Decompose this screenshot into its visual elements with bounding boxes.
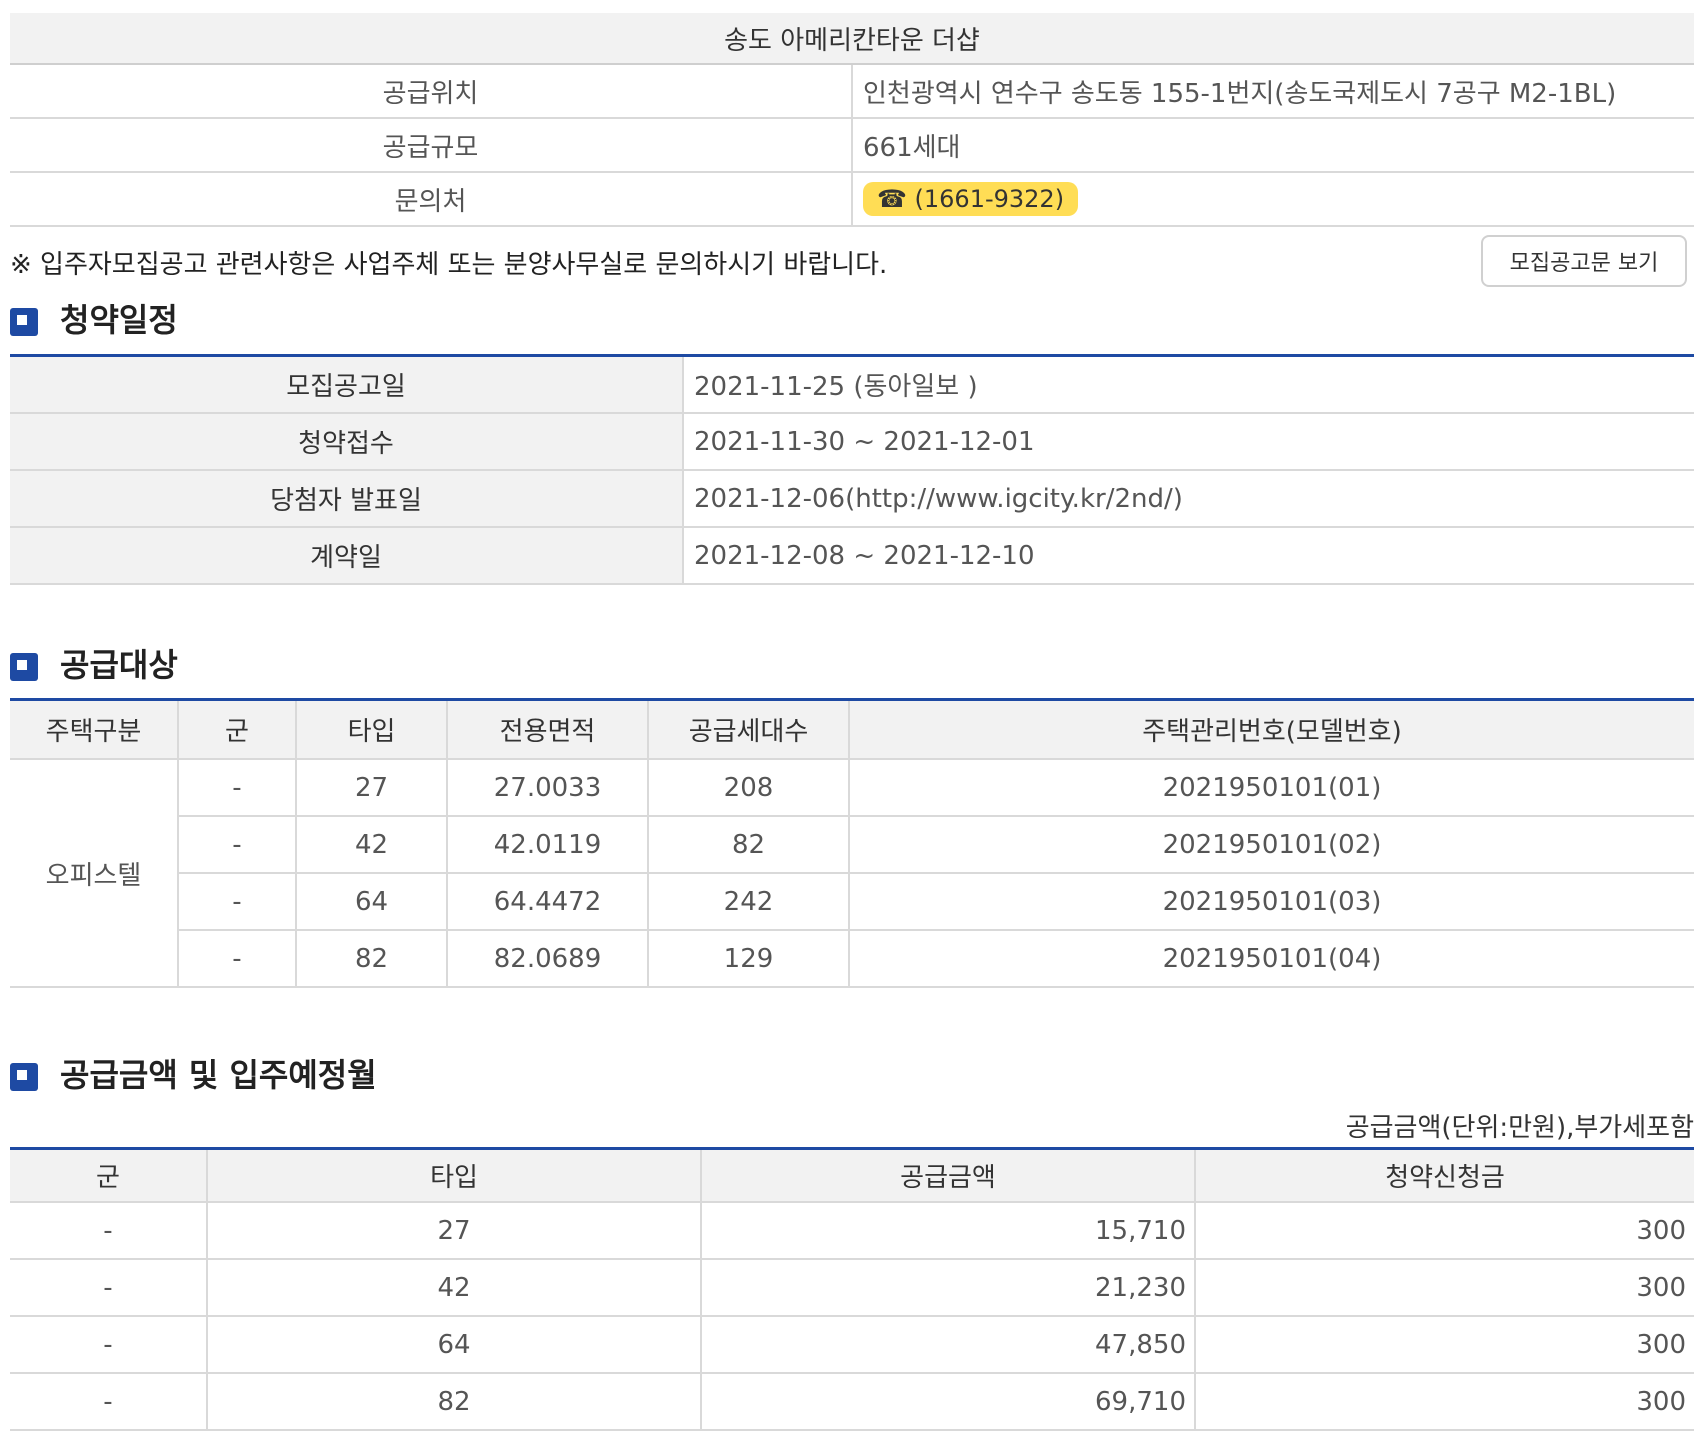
cell-deposit: 300 xyxy=(1195,1259,1694,1317)
cell-area: 27.0033 xyxy=(447,759,649,817)
table-row: - 42 21,230 300 xyxy=(10,1259,1694,1317)
cell-type: 64 xyxy=(296,873,448,931)
price-table: 군 타입 공급금액 청약신청금 - 27 15,710 300 - 42 21,… xyxy=(10,1147,1694,1431)
table-row: 청약접수 2021-11-30 ~ 2021-12-01 xyxy=(10,413,1694,471)
info-row: 공급위치 인천광역시 연수구 송도동 155-1번지(송도국제도시 7공구 M2… xyxy=(10,64,1694,119)
cell-housing-id: 2021950101(02) xyxy=(849,816,1694,874)
cell-area: 64.4472 xyxy=(447,873,649,931)
column-header: 타입 xyxy=(296,699,448,760)
cell-housing-id: 2021950101(03) xyxy=(849,873,1694,931)
cell-type: 82 xyxy=(296,930,448,988)
phone-badge[interactable]: ☎ (1661-9322) xyxy=(863,182,1079,216)
cell-housing-id: 2021950101(04) xyxy=(849,930,1694,988)
schedule-label: 계약일 xyxy=(10,527,684,585)
cell-group: - xyxy=(178,816,297,874)
housing-category: 오피스텔 xyxy=(10,759,179,988)
section-title: 공급대상 xyxy=(60,646,178,684)
table-row: - 27 15,710 300 xyxy=(10,1202,1694,1260)
cell-units: 242 xyxy=(648,873,850,931)
table-row: 모집공고일 2021-11-25 (동아일보 ) xyxy=(10,355,1694,414)
column-header: 주택구분 xyxy=(10,699,179,760)
table-row: - 82 82.0689 129 2021950101(04) xyxy=(10,930,1694,988)
cell-group: - xyxy=(10,1373,208,1431)
cell-group: - xyxy=(10,1259,208,1317)
cell-group: - xyxy=(178,873,297,931)
notice-text: ※ 입주자모집공고 관련사항은 사업주체 또는 분양사무실로 문의하시기 바랍니… xyxy=(10,250,888,280)
schedule-table: 모집공고일 2021-11-25 (동아일보 ) 청약접수 2021-11-30… xyxy=(10,354,1694,585)
table-row: - 64 64.4472 242 2021950101(03) xyxy=(10,873,1694,931)
supply-table: 주택구분 군 타입 전용면적 공급세대수 주택관리번호(모델번호) 오피스텔 -… xyxy=(10,698,1694,988)
price-section-header: 공급금액 및 입주예정월 xyxy=(10,1050,377,1096)
cell-amount: 15,710 xyxy=(701,1202,1196,1260)
cell-type: 27 xyxy=(207,1202,702,1260)
cell-deposit: 300 xyxy=(1195,1373,1694,1431)
section-square-icon xyxy=(10,308,38,336)
view-announcement-button[interactable]: 모집공고문 보기 xyxy=(1481,235,1687,287)
table-row: 계약일 2021-12-08 ~ 2021-12-10 xyxy=(10,527,1694,585)
info-table: 송도 아메리칸타운 더샵 공급위치 인천광역시 연수구 송도동 155-1번지(… xyxy=(10,13,1694,227)
price-unit-note: 공급금액(단위:만원),부가세포함 xyxy=(1345,1113,1694,1143)
cell-type: 42 xyxy=(207,1259,702,1317)
info-row: 공급규모 661세대 xyxy=(10,118,1694,173)
cell-area: 42.0119 xyxy=(447,816,649,874)
schedule-value: 2021-12-08 ~ 2021-12-10 xyxy=(683,527,1694,585)
complex-title: 송도 아메리칸타운 더샵 xyxy=(10,13,1694,65)
cell-amount: 21,230 xyxy=(701,1259,1196,1317)
info-label: 공급규모 xyxy=(10,118,853,173)
table-row: - 64 47,850 300 xyxy=(10,1316,1694,1374)
cell-deposit: 300 xyxy=(1195,1316,1694,1374)
column-header: 공급금액 xyxy=(701,1148,1196,1203)
cell-housing-id: 2021950101(01) xyxy=(849,759,1694,817)
cell-units: 82 xyxy=(648,816,850,874)
cell-group: - xyxy=(10,1316,208,1374)
schedule-value: 2021-11-30 ~ 2021-12-01 xyxy=(683,413,1694,471)
schedule-label: 모집공고일 xyxy=(10,355,684,414)
info-value: 인천광역시 연수구 송도동 155-1번지(송도국제도시 7공구 M2-1BL) xyxy=(852,64,1694,119)
column-header: 주택관리번호(모델번호) xyxy=(849,699,1694,760)
table-row: - 42 42.0119 82 2021950101(02) xyxy=(10,816,1694,874)
supply-section-header: 공급대상 xyxy=(10,640,178,686)
column-header: 군 xyxy=(10,1148,208,1203)
section-square-icon xyxy=(10,1063,38,1091)
cell-amount: 47,850 xyxy=(701,1316,1196,1374)
schedule-section-header: 청약일정 xyxy=(10,295,178,341)
table-row: 오피스텔 - 27 27.0033 208 2021950101(01) xyxy=(10,759,1694,988)
column-header: 군 xyxy=(178,699,297,760)
schedule-label: 청약접수 xyxy=(10,413,684,471)
page: 송도 아메리칸타운 더샵 공급위치 인천광역시 연수구 송도동 155-1번지(… xyxy=(0,0,1700,1431)
info-label: 문의처 xyxy=(10,172,853,227)
table-header-row: 주택구분 군 타입 전용면적 공급세대수 주택관리번호(모델번호) xyxy=(10,699,1694,760)
schedule-label: 당첨자 발표일 xyxy=(10,470,684,528)
section-title: 공급금액 및 입주예정월 xyxy=(60,1056,377,1094)
column-header: 전용면적 xyxy=(447,699,649,760)
section-square-icon xyxy=(10,653,38,681)
cell-group: - xyxy=(10,1202,208,1260)
cell-group: - xyxy=(178,930,297,988)
column-header: 타입 xyxy=(207,1148,702,1203)
cell-units: 129 xyxy=(648,930,850,988)
schedule-value: 2021-11-25 (동아일보 ) xyxy=(683,355,1694,414)
cell-area: 82.0689 xyxy=(447,930,649,988)
cell-amount: 69,710 xyxy=(701,1373,1196,1431)
cell-type: 42 xyxy=(296,816,448,874)
table-header-row: 군 타입 공급금액 청약신청금 xyxy=(10,1148,1694,1203)
schedule-value: 2021-12-06(http://www.igcity.kr/2nd/) xyxy=(683,470,1694,528)
cell-deposit: 300 xyxy=(1195,1202,1694,1260)
column-header: 공급세대수 xyxy=(648,699,850,760)
cell-type: 27 xyxy=(296,759,448,817)
table-row: 당첨자 발표일 2021-12-06(http://www.igcity.kr/… xyxy=(10,470,1694,528)
info-value: ☎ (1661-9322) xyxy=(852,172,1694,227)
table-row: - 82 69,710 300 xyxy=(10,1373,1694,1431)
info-label: 공급위치 xyxy=(10,64,853,119)
cell-group: - xyxy=(178,759,297,817)
column-header: 청약신청금 xyxy=(1195,1148,1694,1203)
info-value: 661세대 xyxy=(852,118,1694,173)
cell-type: 64 xyxy=(207,1316,702,1374)
cell-type: 82 xyxy=(207,1373,702,1431)
cell-units: 208 xyxy=(648,759,850,817)
section-title: 청약일정 xyxy=(60,301,178,339)
info-row: 문의처 ☎ (1661-9322) xyxy=(10,172,1694,227)
